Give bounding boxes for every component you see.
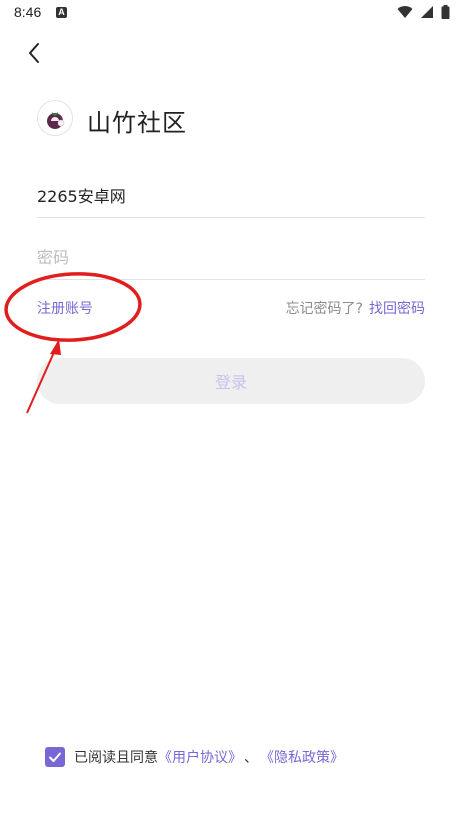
signal-icon [420,6,433,18]
forgot-password-row: 忘记密码了? 找回密码 [286,298,425,318]
agreement-checkbox[interactable] [45,747,65,767]
agreement-row: 已阅读且同意 《用户协议》、《隐私政策》 [45,746,344,768]
username-field-container [37,174,425,218]
battery-icon [441,5,450,19]
mangosteen-logo-icon [47,112,65,129]
app-title: 山竹社区 [87,109,187,137]
back-button[interactable] [22,40,48,66]
register-link[interactable]: 注册账号 [37,298,93,318]
status-bar: 8:46 A [0,0,462,26]
annotation-arrow-head [50,339,61,355]
wifi-icon [397,6,413,19]
check-icon [49,752,61,762]
password-input[interactable] [37,236,425,278]
recover-password-link[interactable]: 找回密码 [369,301,425,317]
password-field-container [37,236,425,280]
agreement-prefix: 已阅读且同意 [74,750,158,766]
app-logo [37,100,73,136]
agreement-separator: 、 [244,750,258,766]
forgot-password-prompt: 忘记密码了? [285,301,363,317]
user-agreement-link[interactable]: 《用户协议》 [158,747,242,767]
status-icons [395,5,450,24]
notification-icon: A [56,7,67,18]
username-input[interactable] [37,174,425,216]
privacy-policy-link[interactable]: 《隐私政策》 [260,747,344,767]
login-button[interactable]: 登录 [37,358,425,404]
status-time: 8:46 [14,4,42,20]
chevron-left-icon [29,43,39,63]
